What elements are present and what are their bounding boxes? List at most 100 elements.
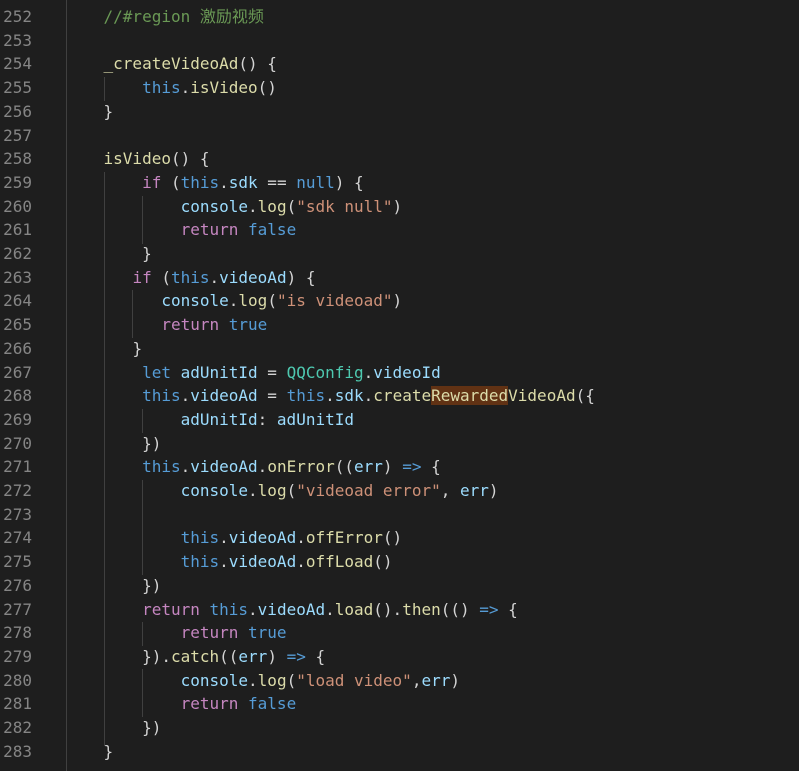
code-token: videoAd [228, 528, 297, 548]
code-line[interactable]: 256 } [0, 100, 799, 124]
code-text: } [65, 337, 142, 361]
code-line[interactable]: 264 console.log("is videoad") [0, 289, 799, 313]
line-number: 262 [3, 244, 32, 263]
code-token: } [103, 101, 114, 121]
code-line[interactable]: 282 }) [0, 716, 799, 740]
code-token: () [373, 552, 393, 572]
line-number: 252 [3, 7, 32, 26]
code-token: { [498, 599, 518, 619]
code-token: return [180, 220, 239, 240]
code-line[interactable]: 267 let adUnitId = QQConfig.videoId [0, 361, 799, 385]
code-line[interactable]: 260 console.log("sdk null") [0, 195, 799, 219]
code-line[interactable]: 257 [0, 124, 799, 148]
code-text: console.log("is videoad") [65, 289, 402, 313]
code-token: log [257, 670, 287, 690]
code-token: then [402, 599, 441, 619]
code-line[interactable]: 258 isVideo() { [0, 147, 799, 171]
code-line[interactable]: 276 }) [0, 574, 799, 598]
code-text: this.isVideo() [65, 76, 277, 100]
code-token: { [305, 646, 326, 666]
code-line[interactable]: 277 return this.videoAd.load().then(() =… [0, 598, 799, 622]
code-line[interactable]: 263 if (this.videoAd) { [0, 266, 799, 290]
code-token: return [161, 315, 220, 335]
line-number: 266 [3, 338, 32, 358]
code-line[interactable]: 253 [0, 29, 799, 53]
code-token: , [411, 670, 422, 690]
code-token: (( [219, 646, 239, 666]
code-token: VideoAd [508, 386, 576, 406]
code-line[interactable]: 269 adUnitId: adUnitId [0, 408, 799, 432]
code-line[interactable]: 261 return false [0, 218, 799, 242]
code-line[interactable]: 272 console.log("videoad error", err) [0, 479, 799, 503]
code-token: . [180, 386, 191, 406]
code-token: } [132, 338, 143, 358]
code-token: if [142, 172, 162, 192]
code-token: == [257, 172, 297, 192]
code-line[interactable]: 266 } [0, 337, 799, 361]
code-text: this.videoAd = this.sdk.createRewardedVi… [65, 384, 595, 408]
code-line[interactable]: 278 return true [0, 621, 799, 645]
code-line[interactable]: 274 this.videoAd.offError() [0, 526, 799, 550]
code-token: console [180, 196, 249, 216]
code-token: return [180, 694, 239, 714]
code-token: . [363, 386, 374, 406]
code-line[interactable]: 270 }) [0, 432, 799, 456]
code-token: console [161, 291, 229, 311]
code-token: sdk [334, 386, 364, 406]
code-line[interactable]: 283 } [0, 740, 799, 764]
code-token: sdk [228, 172, 258, 192]
code-line[interactable]: 273 [0, 503, 799, 527]
code-token: ) [392, 291, 403, 311]
code-token: = [257, 386, 287, 406]
code-line[interactable]: 275 this.videoAd.offLoad() [0, 550, 799, 574]
code-token: catch [170, 646, 220, 666]
code-token: err [421, 670, 451, 690]
code-token: () [257, 78, 277, 98]
code-token: ({ [575, 386, 595, 406]
line-number: 268 [3, 386, 32, 406]
code-line[interactable]: 265 return true [0, 313, 799, 337]
code-text: } [65, 100, 114, 124]
code-token: videoAd [257, 599, 326, 619]
code-line[interactable]: 255 this.isVideo() [0, 76, 799, 100]
code-token: . [209, 267, 220, 287]
code-editor[interactable]: 252 //#region 激励视频 253 254 _createVideoAd(… [0, 0, 799, 771]
code-line[interactable]: 268 this.videoAd = this.sdk.createReward… [0, 384, 799, 408]
code-line[interactable]: 281 return false [0, 692, 799, 716]
code-line[interactable]: 279 }).catch((err) => { [0, 645, 799, 669]
code-token: adUnitId [180, 409, 258, 429]
code-token: ) [382, 457, 403, 477]
code-line[interactable]: 259 if (this.sdk == null) { [0, 171, 799, 195]
line-number: 259 [3, 172, 32, 192]
code-line[interactable]: 280 console.log("load video",err) [0, 669, 799, 693]
code-token: . [325, 386, 335, 406]
code-text: } [65, 740, 114, 764]
code-text: return true [65, 313, 267, 337]
code-line[interactable]: 262 } [0, 242, 799, 266]
code-token: this [180, 528, 220, 548]
code-line[interactable]: 271 this.videoAd.onError((err) => { [0, 455, 799, 479]
line-number: 269 [3, 409, 32, 429]
code-token: true [228, 315, 268, 335]
code-token: () [382, 528, 403, 548]
code-text: _createVideoAd() { [65, 52, 277, 76]
code-line[interactable]: 254 _createVideoAd() { [0, 52, 799, 76]
code-line[interactable]: 252 //#region 激励视频 [0, 5, 799, 29]
code-token: () { [238, 54, 277, 74]
code-token: return [142, 599, 200, 619]
code-token: ( [286, 196, 297, 216]
code-token: (() [440, 599, 480, 619]
code-token: adUnitId [180, 362, 258, 382]
code-token: videoAd [228, 552, 297, 572]
code-token: . [363, 362, 374, 382]
code-token: videoAd [190, 457, 258, 477]
